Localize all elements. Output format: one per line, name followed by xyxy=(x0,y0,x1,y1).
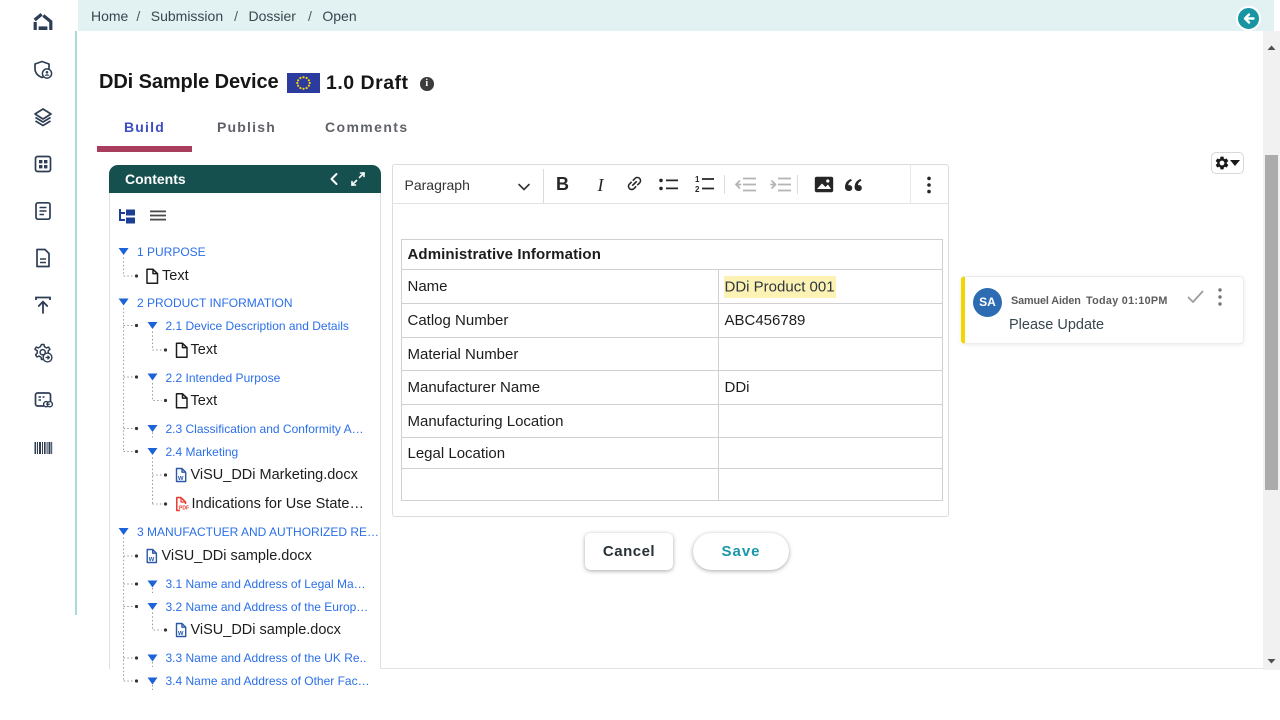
svg-text:w: w xyxy=(177,475,184,482)
svg-text:PDF: PDF xyxy=(179,506,189,512)
svg-text:w: w xyxy=(148,556,155,563)
svg-text:1: 1 xyxy=(695,175,700,184)
svg-text:2: 2 xyxy=(695,185,700,193)
svg-text:w: w xyxy=(177,630,184,637)
